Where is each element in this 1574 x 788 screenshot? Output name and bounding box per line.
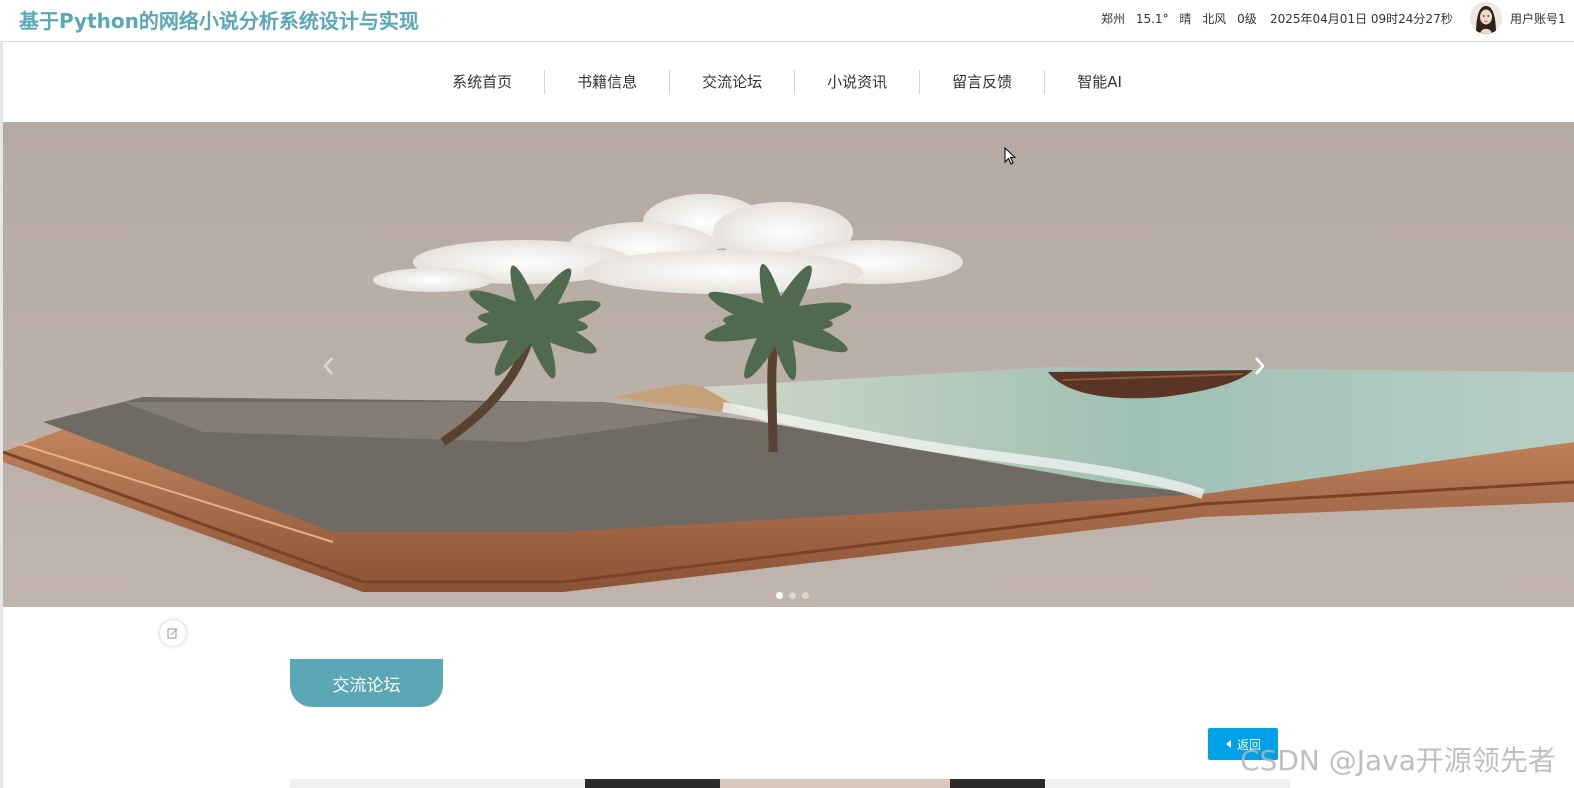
top-header: 基于Python的网络小说分析系统设计与实现 郑州 15.1° 晴 北风 0级 … (0, 0, 1574, 42)
current-datetime: 2025年04月01日 09时24分27秒 (1270, 12, 1453, 26)
carousel-dot-1[interactable] (776, 592, 783, 599)
content-image-light-region (720, 779, 950, 788)
carousel-dot-3[interactable] (802, 592, 809, 599)
site-title: 基于Python的网络小说分析系统设计与实现 (19, 9, 419, 33)
carousel-banner[interactable] (3, 122, 1574, 607)
nav-item-news[interactable]: 小说资讯 (795, 70, 919, 94)
banner-image (3, 122, 1574, 607)
nav-item-forum[interactable]: 交流论坛 (670, 70, 794, 94)
carousel-prev-button[interactable] (318, 352, 338, 380)
section-title-tab: 交流论坛 (290, 659, 443, 707)
weather-temperature: 15.1° (1135, 12, 1169, 26)
edit-icon (167, 628, 178, 639)
nav-item-home[interactable]: 系统首页 (420, 70, 544, 94)
carousel-dot-2[interactable] (789, 592, 796, 599)
chevron-left-icon (323, 357, 333, 375)
nav-item-feedback[interactable]: 留言反馈 (920, 70, 1044, 94)
nav-item-ai[interactable]: 智能AI (1045, 70, 1154, 94)
chevron-right-icon (1255, 357, 1265, 375)
floating-edit-button[interactable] (160, 620, 186, 646)
mouse-cursor-icon (1004, 146, 1017, 169)
content-image-top (290, 779, 1290, 788)
weather-city: 郑州 (1101, 12, 1126, 26)
nav-item-books[interactable]: 书籍信息 (545, 70, 669, 94)
weather-condition: 晴 (1179, 12, 1192, 26)
weather-widget: 郑州 15.1° 晴 北风 0级 (1101, 10, 1264, 27)
user-avatar[interactable] (1470, 2, 1502, 34)
carousel-next-button[interactable] (1250, 352, 1270, 380)
weather-level: 0级 (1237, 12, 1257, 26)
caret-left-icon (1225, 740, 1231, 748)
watermark: CSDN @Java开源领先者 (1240, 744, 1556, 777)
username[interactable]: 用户账号1 (1510, 10, 1566, 27)
main-nav: 系统首页 书籍信息 交流论坛 小说资讯 留言反馈 智能AI (0, 42, 1574, 122)
carousel-indicators (776, 592, 809, 599)
weather-wind: 北风 (1202, 12, 1227, 26)
